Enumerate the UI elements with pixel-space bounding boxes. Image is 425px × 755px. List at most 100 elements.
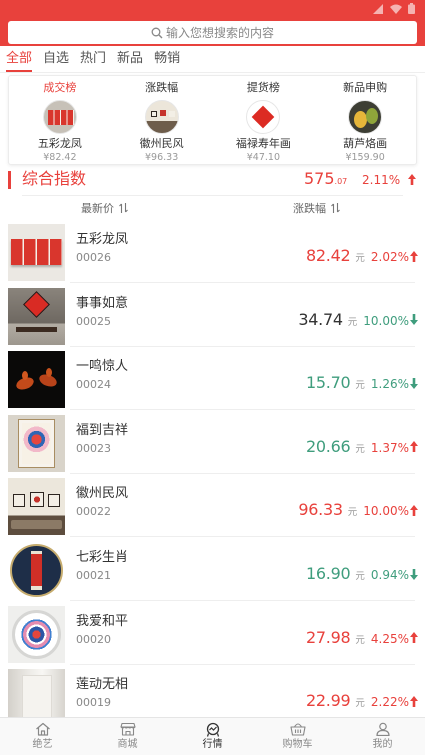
price-unit: 元 <box>355 380 365 392</box>
home-icon <box>35 722 51 737</box>
index-value: 575.07 <box>304 169 347 192</box>
list-item[interactable]: 我爱和平 00020 27.98 元 4.25% <box>0 601 425 665</box>
nav-home[interactable]: 绝艺 <box>0 718 85 755</box>
product-code: 00024 <box>76 378 111 392</box>
index-value-decimal: .07 <box>334 177 348 186</box>
ranking-title: 新品申购 <box>343 81 388 94</box>
latest-price: 16.90 <box>306 564 351 583</box>
price-column-label: 最新价 <box>81 202 114 215</box>
arrow-down-icon <box>410 314 418 326</box>
product-name: 一鸣惊人 <box>76 359 129 375</box>
ranking-card: 成交榜 五彩龙凤 ¥82.42 涨跌幅 徽州民风 ¥96.33 提货榜 福禄寿年… <box>8 75 417 165</box>
tabs-divider <box>0 72 425 73</box>
search-placeholder: 输入您想搜索的内容 <box>165 26 274 40</box>
index-divider <box>22 195 403 196</box>
price-block: 22.99 元 2.22% <box>306 691 418 711</box>
change-percent: 2.02% <box>370 250 409 264</box>
arrow-up-icon <box>410 250 418 262</box>
ranking-product-name: 福禄寿年画 <box>235 137 291 150</box>
tab-new[interactable]: 新品 <box>117 50 143 72</box>
ranking-product-name: 徽州民风 <box>139 137 184 150</box>
thumbnail-art <box>13 494 25 508</box>
ranking-product-image <box>348 100 383 134</box>
product-name: 福到吉祥 <box>76 422 129 438</box>
tab-bestseller[interactable]: 畅销 <box>154 50 180 72</box>
ranking-product-price: ¥96.33 <box>145 152 179 163</box>
ranking-product-price: ¥47.10 <box>246 152 280 163</box>
ranking-product-image <box>42 100 77 134</box>
product-code: 00019 <box>76 696 111 710</box>
change-percent: 2.22% <box>370 695 409 710</box>
tab-watchlist[interactable]: 自选 <box>43 50 69 72</box>
tab-hot[interactable]: 热门 <box>80 50 106 72</box>
latest-price: 22.99 <box>306 691 351 711</box>
price-block: 96.33 元 10.00% <box>298 500 418 520</box>
arrow-up-icon <box>410 504 418 516</box>
change-column-label: 涨跌幅 <box>293 202 326 215</box>
thumbnail-art <box>11 520 62 530</box>
price-block: 34.74 元 10.00% <box>298 310 418 330</box>
list-item[interactable]: 福到吉祥 00023 20.66 元 1.37% <box>0 410 425 474</box>
price-unit: 元 <box>355 443 365 455</box>
sort-by-price[interactable]: 最新价 <box>81 199 128 217</box>
search-bar[interactable]: 输入您想搜索的内容 <box>8 21 417 44</box>
list-item[interactable]: 徽州民风 00022 96.33 元 10.00% <box>0 473 425 538</box>
price-block: 20.66 元 1.37% <box>306 437 418 457</box>
thumbnail-art <box>16 326 57 332</box>
battery-icon <box>408 3 415 14</box>
change-percent: 1.26% <box>370 377 409 392</box>
price-unit: 元 <box>355 634 365 646</box>
index-change-percent: 2.11% <box>362 173 401 187</box>
product-thumbnail <box>8 542 65 599</box>
market-icon <box>205 722 221 737</box>
thumbnail-art <box>48 494 60 508</box>
product-name: 五彩龙凤 <box>76 232 129 247</box>
shop-icon <box>119 722 136 737</box>
thumbnail-art <box>18 418 55 468</box>
thumbnail-art <box>31 551 42 590</box>
list-item[interactable]: 七彩生肖 00021 16.90 元 0.94% <box>0 537 425 601</box>
sort-icon <box>331 203 340 213</box>
product-code: 00023 <box>76 441 111 455</box>
nav-market[interactable]: 行情 <box>170 718 255 755</box>
list-item[interactable]: 事事如意 00025 34.74 元 10.00% <box>0 283 425 347</box>
thumbnail-art <box>11 239 62 265</box>
arrow-down-icon <box>410 568 418 580</box>
list-item[interactable]: 一鸣惊人 00024 15.70 元 1.26% <box>0 346 425 411</box>
product-thumbnail <box>8 351 65 409</box>
price-unit: 元 <box>347 507 358 519</box>
arrow-down-icon <box>410 377 418 389</box>
ranking-turnover[interactable]: 成交榜 五彩龙凤 ¥82.42 <box>9 76 111 164</box>
ranking-product-name: 五彩龙凤 <box>37 137 82 150</box>
list-item[interactable]: 五彩龙凤 00026 82.42 元 2.02% <box>0 219 425 283</box>
nav-profile[interactable]: 我的 <box>340 718 425 755</box>
product-name: 事事如意 <box>76 295 129 311</box>
nav-cart[interactable]: 购物车 <box>255 718 340 755</box>
ranking-new-subscription[interactable]: 新品申购 葫芦烙画 ¥159.90 <box>314 76 416 164</box>
ranking-change[interactable]: 涨跌幅 徽州民风 ¥96.33 <box>111 76 213 164</box>
list-item[interactable]: 莲动无相 00019 22.99 元 2.22% <box>0 664 425 717</box>
thumbnail-art <box>252 105 275 129</box>
product-thumbnail <box>8 605 65 663</box>
latest-price: 15.70 <box>306 373 351 393</box>
product-list: 五彩龙凤 00026 82.42 元 2.02% 事事如意 00025 34.74 元 10.00… <box>0 219 425 717</box>
ranking-product-image <box>246 100 281 134</box>
latest-price: 34.74 <box>298 309 343 329</box>
tab-all[interactable]: 全部 <box>6 50 33 72</box>
product-name: 徽州民风 <box>76 486 129 502</box>
price-block: 15.70 元 1.26% <box>306 373 418 393</box>
cart-icon <box>289 722 306 737</box>
ranking-product-price: ¥159.90 <box>345 152 385 163</box>
sort-by-change[interactable]: 涨跌幅 <box>293 199 340 217</box>
product-code: 00022 <box>76 505 111 519</box>
nav-shop[interactable]: 商城 <box>85 718 170 755</box>
nav-label: 绝艺 <box>32 739 53 750</box>
arrow-up-icon <box>410 695 418 707</box>
price-unit: 元 <box>355 571 365 582</box>
thumbnail-art <box>150 111 157 117</box>
product-thumbnail <box>8 414 65 472</box>
thumbnail-art <box>22 675 52 717</box>
thumbnail-art <box>47 110 74 125</box>
ranking-pickup[interactable]: 提货榜 福禄寿年画 ¥47.10 <box>213 76 315 164</box>
ranking-title: 涨跌幅 <box>145 81 179 94</box>
